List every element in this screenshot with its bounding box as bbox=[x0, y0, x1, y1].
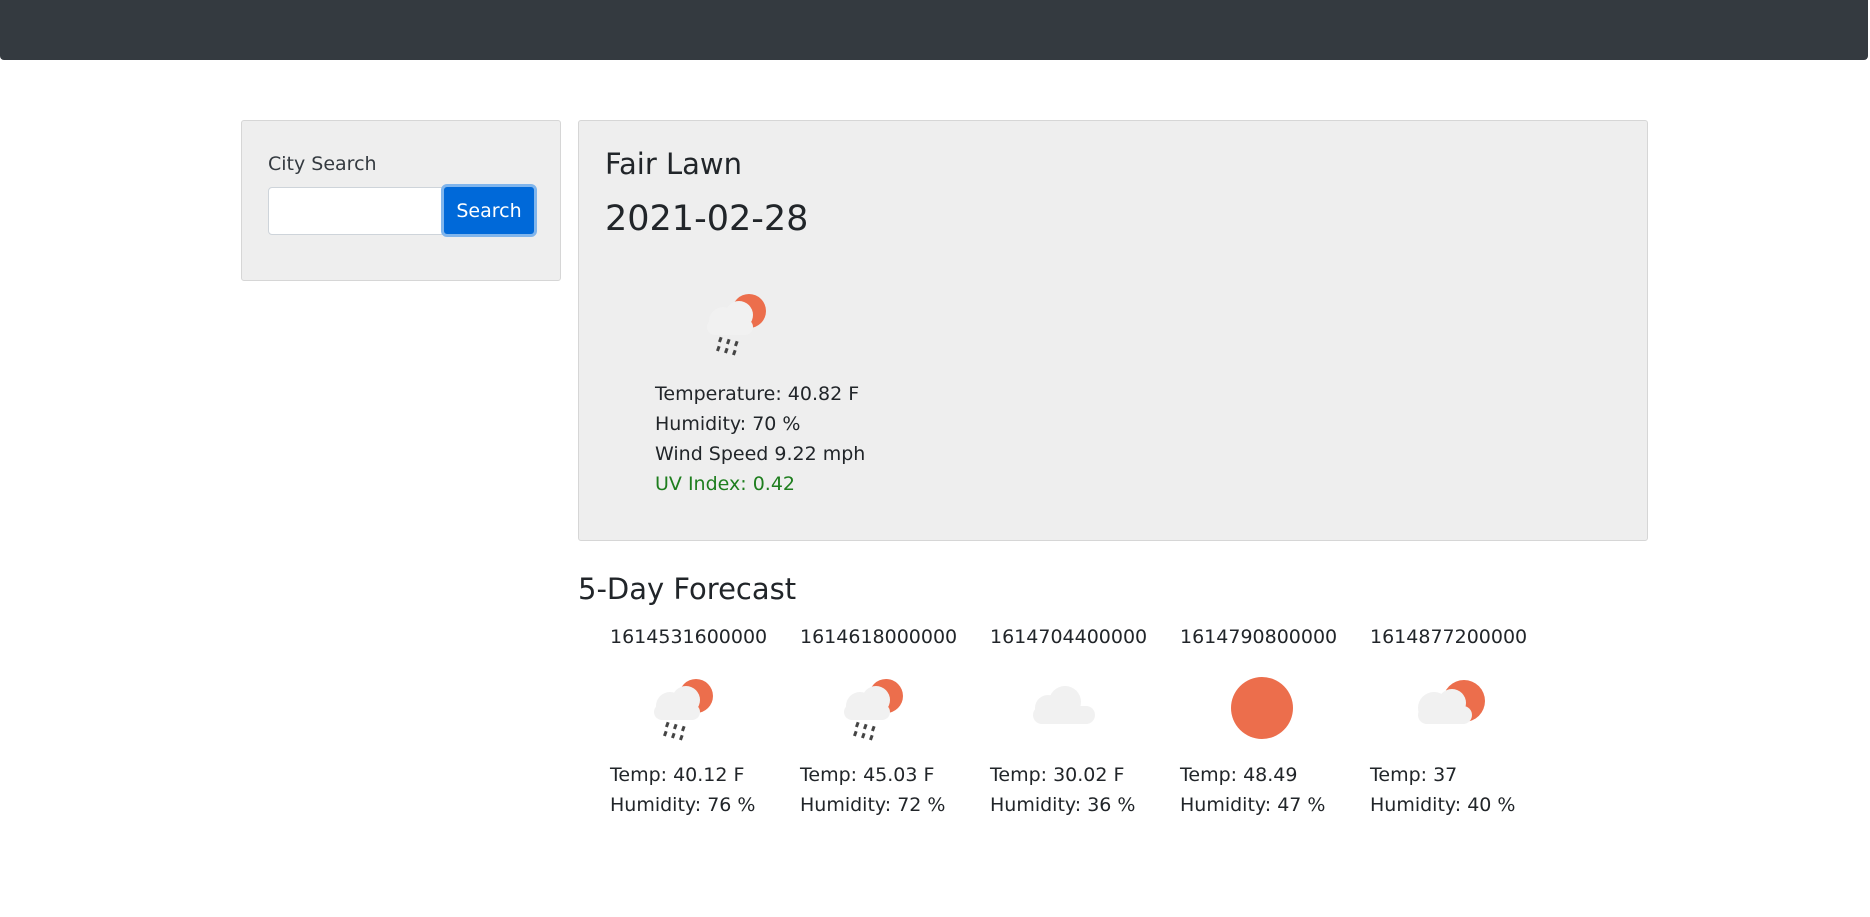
forecast-date: 1614790800000 bbox=[1180, 626, 1338, 648]
current-date: 2021-02-28 bbox=[605, 199, 809, 239]
forecast-temp: Temp: 30.02 F bbox=[990, 764, 1125, 786]
current-humidity: Humidity: 70 % bbox=[655, 413, 801, 435]
current-details: Temperature: 40.82 F Humidity: 70 % Wind… bbox=[655, 379, 865, 499]
forecast-day-card: 1614618000000 Temp: 45.03 F Humidity: 72… bbox=[800, 622, 980, 820]
forecast-humidity: Humidity: 36 % bbox=[990, 794, 1136, 816]
cloud-icon bbox=[1010, 658, 1110, 758]
partly-cloudy-icon bbox=[1390, 658, 1490, 758]
forecast-humidity: Humidity: 72 % bbox=[800, 794, 946, 816]
forecast-date: 1614618000000 bbox=[800, 626, 958, 648]
city-search-input[interactable] bbox=[268, 187, 452, 235]
current-weather-card: Fair Lawn 2021-02-28 Temperature: 40.82 … bbox=[578, 120, 1648, 541]
rain-sun-icon bbox=[683, 273, 783, 373]
current-uv-index: UV Index: 0.42 bbox=[655, 473, 795, 495]
forecast-humidity: Humidity: 76 % bbox=[610, 794, 756, 816]
current-temperature: Temperature: 40.82 F bbox=[655, 383, 860, 405]
sun-icon bbox=[1200, 658, 1300, 758]
forecast-day-card: 1614704400000 Temp: 30.02 F Humidity: 36… bbox=[990, 622, 1170, 820]
forecast-date: 1614704400000 bbox=[990, 626, 1148, 648]
city-search-label: City Search bbox=[268, 153, 377, 175]
forecast-day-card: 1614877200000 Temp: 37 Humidity: 40 % bbox=[1370, 622, 1550, 820]
forecast-date: 1614531600000 bbox=[610, 626, 768, 648]
forecast-date: 1614877200000 bbox=[1370, 626, 1528, 648]
city-name: Fair Lawn bbox=[605, 147, 743, 181]
forecast-day-card: 1614531600000 Temp: 40.12 F Humidity: 76… bbox=[610, 622, 790, 820]
forecast-day-card: 1614790800000 Temp: 48.49 Humidity: 47 % bbox=[1180, 622, 1360, 820]
forecast-temp: Temp: 48.49 bbox=[1180, 764, 1298, 786]
current-wind-speed: Wind Speed 9.22 mph bbox=[655, 443, 866, 465]
top-navbar bbox=[0, 0, 1868, 60]
forecast-temp: Temp: 45.03 F bbox=[800, 764, 935, 786]
forecast-humidity: Humidity: 47 % bbox=[1180, 794, 1326, 816]
search-button[interactable]: Search bbox=[441, 184, 537, 237]
city-search-card: City Search Search bbox=[241, 120, 561, 281]
forecast-title: 5-Day Forecast bbox=[578, 572, 797, 606]
rain-sun-icon bbox=[820, 658, 920, 758]
forecast-temp: Temp: 37 bbox=[1370, 764, 1458, 786]
forecast-humidity: Humidity: 40 % bbox=[1370, 794, 1516, 816]
forecast-temp: Temp: 40.12 F bbox=[610, 764, 745, 786]
rain-sun-icon bbox=[630, 658, 730, 758]
